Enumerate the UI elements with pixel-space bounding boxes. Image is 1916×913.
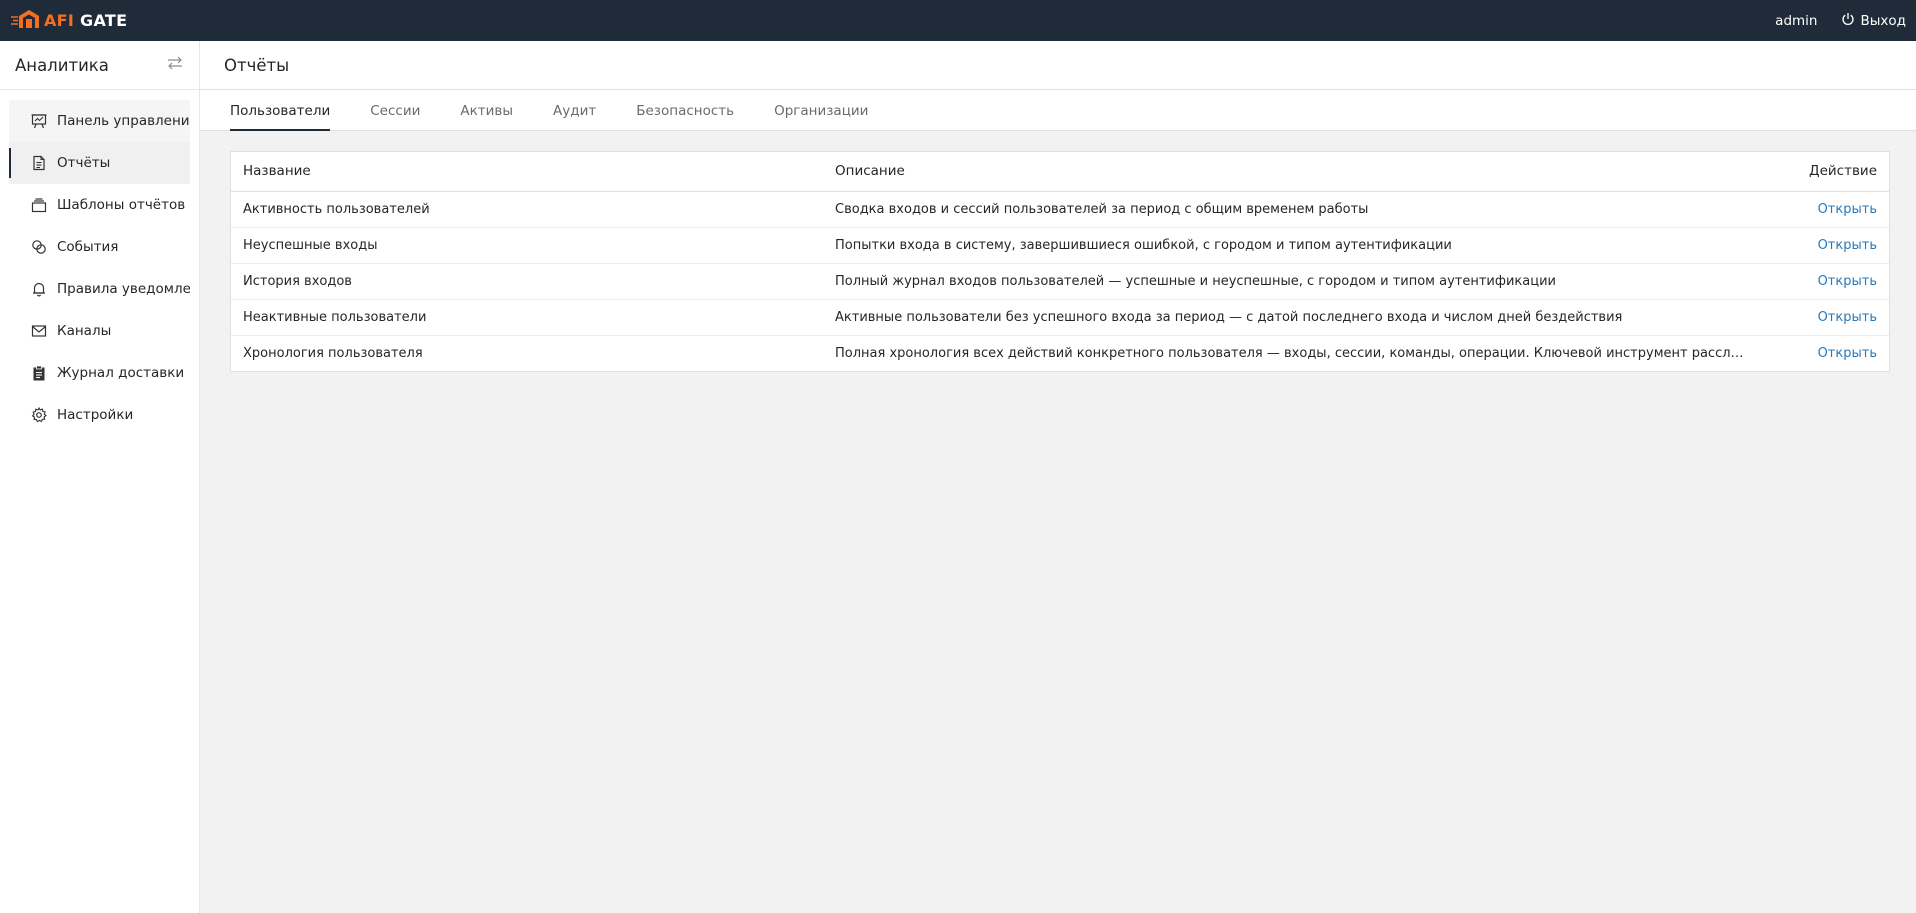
sidebar-item-settings[interactable]: Настройки	[9, 394, 190, 436]
sidebar-item-reports[interactable]: Отчёты	[9, 142, 190, 184]
events-icon	[31, 239, 47, 255]
mail-icon	[31, 323, 47, 339]
open-report-link[interactable]: Открыть	[1818, 274, 1877, 289]
logout-label: Выход	[1860, 12, 1906, 29]
clipboard-icon	[31, 365, 47, 381]
sidebar-item-label: Правила уведомлений	[57, 281, 190, 297]
table-row: Неактивные пользователи Активные пользов…	[231, 299, 1889, 336]
report-name: Хронология пользователя	[243, 345, 423, 361]
sidebar-item-channels[interactable]: Каналы	[9, 310, 190, 352]
table-row: История входов Полный журнал входов поль…	[231, 263, 1889, 300]
report-description: Сводка входов и сессий пользователей за …	[823, 191, 1759, 228]
tab-assets[interactable]: Активы	[460, 90, 513, 131]
sidebar-item-label: Каналы	[57, 323, 112, 339]
page-header: Отчёты	[200, 41, 1916, 90]
open-report-link[interactable]: Открыть	[1818, 238, 1877, 253]
column-header-action: Действие	[1759, 152, 1889, 192]
report-tabs: Пользователи Сессии Активы Аудит Безопас…	[200, 90, 1916, 131]
column-header-name: Название	[231, 152, 823, 192]
sidebar: Аналитика Панель управления Отчёты Шабло…	[0, 41, 200, 913]
table-row: Активность пользователей Сводка входов и…	[231, 191, 1889, 228]
sidebar-menu: Панель управления Отчёты Шаблоны отчётов…	[0, 90, 199, 436]
main-content: Отчёты Пользователи Сессии Активы Аудит …	[200, 41, 1916, 913]
username[interactable]: admin	[1775, 13, 1817, 29]
tab-organizations[interactable]: Организации	[774, 90, 868, 131]
sidebar-item-label: События	[57, 239, 119, 255]
document-icon	[31, 155, 47, 171]
tab-users[interactable]: Пользователи	[230, 90, 331, 131]
open-report-link[interactable]: Открыть	[1818, 310, 1877, 325]
report-name: Неактивные пользователи	[231, 299, 823, 336]
sidebar-item-label: Шаблоны отчётов	[57, 197, 186, 213]
table-header-row: Название Описание Действие	[231, 152, 1889, 192]
logout-button[interactable]: Выход	[1841, 12, 1906, 30]
report-name: История входов	[231, 263, 823, 300]
power-icon	[1841, 12, 1855, 30]
report-name: Активность пользователей	[231, 191, 823, 228]
open-report-link[interactable]: Открыть	[1818, 346, 1877, 361]
gear-icon	[31, 407, 47, 423]
logo-icon	[10, 8, 40, 34]
sidebar-item-delivery-log[interactable]: Журнал доставки	[9, 352, 190, 394]
table-row: Неуспешные входы Попытки входа в систему…	[231, 227, 1889, 264]
tab-security[interactable]: Безопасность	[636, 90, 734, 131]
layers-icon	[31, 197, 47, 213]
report-description: Попытки входа в систему, завершившиеся о…	[823, 227, 1759, 264]
report-description: Активные пользователи без успешного вход…	[823, 299, 1759, 336]
logo[interactable]: AFI GATE	[10, 8, 127, 34]
table-row: Хронология пользователя Полная хронологи…	[231, 335, 1889, 371]
sidebar-item-label: Журнал доставки	[57, 365, 185, 381]
report-name: Неуспешные входы	[231, 227, 823, 264]
column-header-description: Описание	[823, 152, 1759, 192]
sidebar-item-dashboard[interactable]: Панель управления	[9, 100, 190, 142]
open-report-link[interactable]: Открыть	[1818, 202, 1877, 217]
report-description: Полная хронология всех действий конкретн…	[835, 345, 1759, 361]
logo-text: AFI GATE	[44, 11, 128, 30]
sidebar-item-events[interactable]: События	[9, 226, 190, 268]
bell-icon	[31, 281, 47, 297]
sidebar-header: Аналитика	[0, 41, 199, 90]
report-description: Полный журнал входов пользователей — усп…	[823, 263, 1759, 300]
reports-table: Название Описание Действие Активность по…	[230, 151, 1890, 372]
sidebar-item-label: Отчёты	[57, 155, 111, 171]
dashboard-icon	[31, 113, 47, 129]
tab-sessions[interactable]: Сессии	[370, 90, 420, 131]
sidebar-title: Аналитика	[15, 55, 109, 75]
top-bar: AFI GATE admin Выход	[0, 0, 1916, 41]
sidebar-item-label: Настройки	[57, 407, 134, 423]
sidebar-item-label: Панель управления	[57, 113, 190, 129]
collapse-toggle-icon[interactable]	[167, 56, 183, 74]
tab-audit[interactable]: Аудит	[553, 90, 596, 131]
page-title: Отчёты	[224, 55, 290, 75]
sidebar-item-report-templates[interactable]: Шаблоны отчётов	[9, 184, 190, 226]
sidebar-item-notification-rules[interactable]: Правила уведомлений	[9, 268, 190, 310]
